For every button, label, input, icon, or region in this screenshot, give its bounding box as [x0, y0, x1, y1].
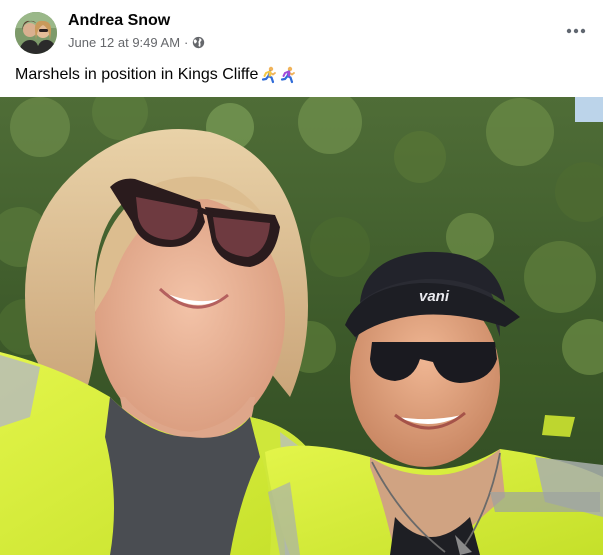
- more-options-icon: [566, 21, 586, 39]
- author-name[interactable]: Andrea Snow: [68, 12, 170, 30]
- person-running-emoji-icon: [261, 66, 277, 84]
- person-running-emoji-icon: [280, 66, 296, 84]
- post-meta: June 12 at 9:49 AM ·: [68, 35, 205, 50]
- post-header: Andrea Snow June 12 at 9:49 AM ·: [0, 0, 603, 58]
- cap-lettering: vani: [419, 288, 450, 305]
- post-timestamp[interactable]: June 12 at 9:49 AM: [68, 35, 180, 50]
- post-caption: Marshels in position in Kings Cliffe: [15, 65, 296, 85]
- post-caption-text: Marshels in position in Kings Cliffe: [15, 66, 259, 83]
- meta-separator: ·: [184, 35, 189, 50]
- post-photo[interactable]: vani: [0, 97, 603, 555]
- globe-icon[interactable]: [192, 36, 205, 49]
- more-options-button[interactable]: [564, 18, 588, 42]
- author-avatar[interactable]: [15, 12, 57, 54]
